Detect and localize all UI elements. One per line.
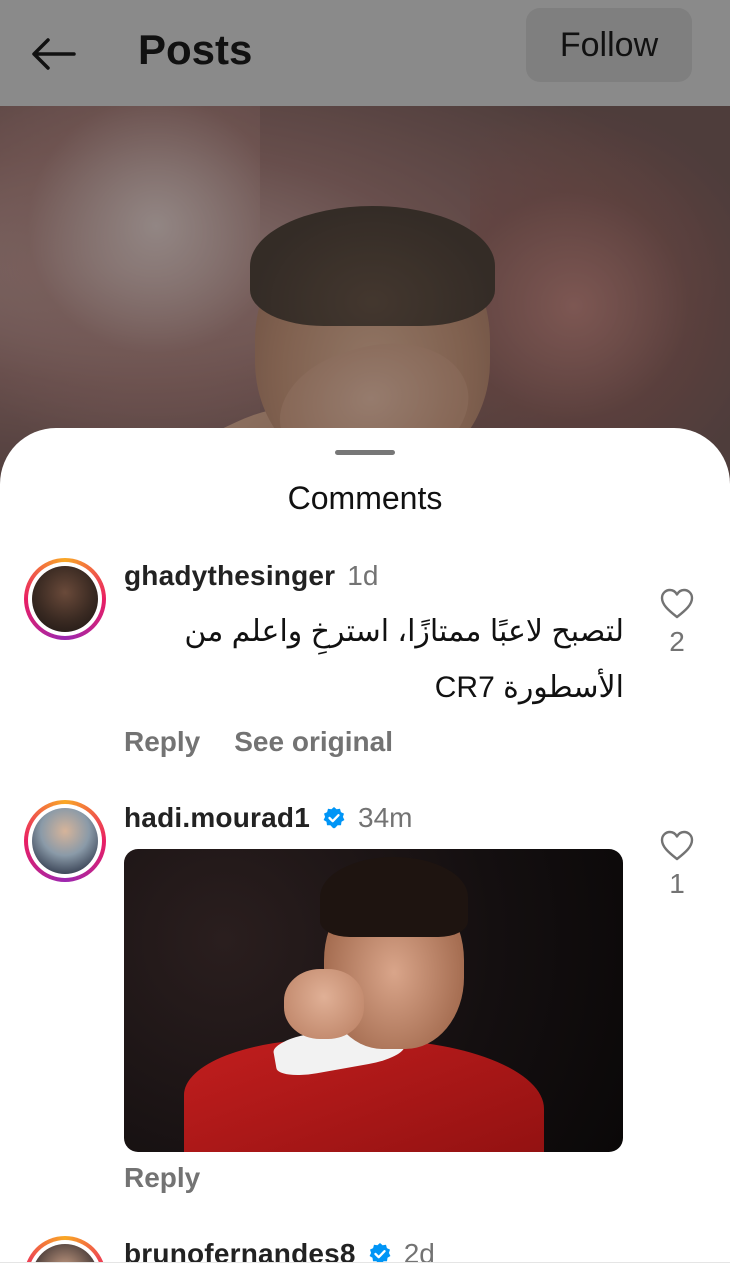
see-original-button[interactable]: See original [234, 726, 393, 758]
like-count: 2 [669, 626, 685, 657]
avatar[interactable] [24, 800, 106, 882]
reply-button[interactable]: Reply [124, 1162, 200, 1194]
follow-button[interactable]: Follow [526, 8, 692, 82]
comment-text: لتصبح لاعبًا ممتازًا، استرخِ واعلم من ال… [184, 615, 624, 704]
divider [0, 1262, 730, 1263]
top-bar: Posts Follow [0, 0, 730, 106]
drag-handle[interactable] [335, 450, 395, 455]
heart-icon[interactable] [660, 588, 694, 620]
verified-badge-icon [323, 807, 345, 829]
comment-gif[interactable] [124, 849, 623, 1152]
comment-timestamp: 1d [347, 560, 379, 591]
gif-hair [320, 857, 468, 937]
like-control: 1 [656, 830, 698, 900]
avatar-image [32, 808, 98, 874]
comment-username[interactable]: hadi.mourad1 [124, 802, 310, 834]
avatar-image [32, 566, 98, 632]
like-count: 1 [669, 868, 685, 899]
comments-sheet: Comments ghadythesinger 1d لتصبح لاعبًا … [0, 428, 730, 1280]
avatar[interactable] [24, 558, 106, 640]
heart-icon[interactable] [660, 830, 694, 862]
page-title: Posts [138, 26, 253, 73]
reply-button[interactable]: Reply [124, 726, 200, 758]
comment-timestamp: 34m [358, 802, 413, 833]
comment-username[interactable]: ghadythesinger [124, 560, 335, 592]
arrow-left-icon[interactable] [30, 36, 78, 72]
bottom-input-bar [0, 1262, 730, 1280]
like-control: 2 [656, 588, 698, 658]
gif-fist [284, 969, 364, 1039]
comments-title: Comments [287, 480, 443, 516]
